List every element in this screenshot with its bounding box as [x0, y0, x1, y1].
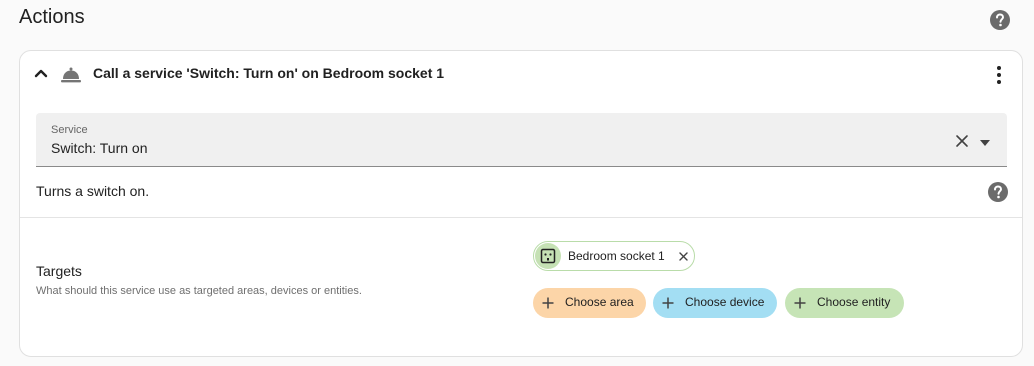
- choose-entity-label: Choose entity: [817, 295, 891, 309]
- power-socket-icon: [535, 243, 561, 269]
- choose-device-label: Choose device: [685, 295, 765, 309]
- chevron-up-icon[interactable]: [30, 62, 52, 84]
- action-title: Call a service 'Switch: Turn on' on Bedr…: [93, 65, 445, 81]
- help-circle-icon[interactable]: [987, 181, 1009, 203]
- targets-subtitle: What should this service use as targeted…: [36, 285, 362, 297]
- selected-entity-chip[interactable]: Bedroom socket 1: [533, 241, 695, 271]
- choose-area-button[interactable]: Choose area: [533, 288, 646, 318]
- action-card: Call a service 'Switch: Turn on' on Bedr…: [19, 50, 1023, 357]
- dropdown-arrow-icon[interactable]: [978, 135, 992, 146]
- targets-title: Targets: [36, 263, 82, 279]
- choose-device-button[interactable]: Choose device: [653, 288, 777, 318]
- choose-entity-button[interactable]: Choose entity: [785, 288, 904, 318]
- plus-icon: [794, 297, 806, 309]
- divider: [20, 217, 1022, 218]
- service-field-label: Service: [51, 124, 88, 136]
- close-icon[interactable]: [678, 251, 689, 262]
- service-field-value: Switch: Turn on: [51, 140, 148, 156]
- help-circle-icon[interactable]: [989, 9, 1011, 31]
- plus-icon: [662, 297, 674, 309]
- service-description: Turns a switch on.: [36, 183, 150, 199]
- more-vertical-icon[interactable]: [988, 63, 1010, 87]
- plus-icon: [542, 297, 554, 309]
- selected-entity-label: Bedroom socket 1: [568, 249, 665, 263]
- service-bell-icon: [59, 63, 83, 85]
- close-icon[interactable]: [954, 133, 970, 149]
- choose-area-label: Choose area: [565, 295, 634, 309]
- actions-header: Actions: [0, 0, 1034, 40]
- action-card-header[interactable]: Call a service 'Switch: Turn on' on Bedr…: [20, 51, 1022, 97]
- page-title: Actions: [19, 6, 85, 28]
- service-select[interactable]: Service Switch: Turn on: [36, 113, 1007, 167]
